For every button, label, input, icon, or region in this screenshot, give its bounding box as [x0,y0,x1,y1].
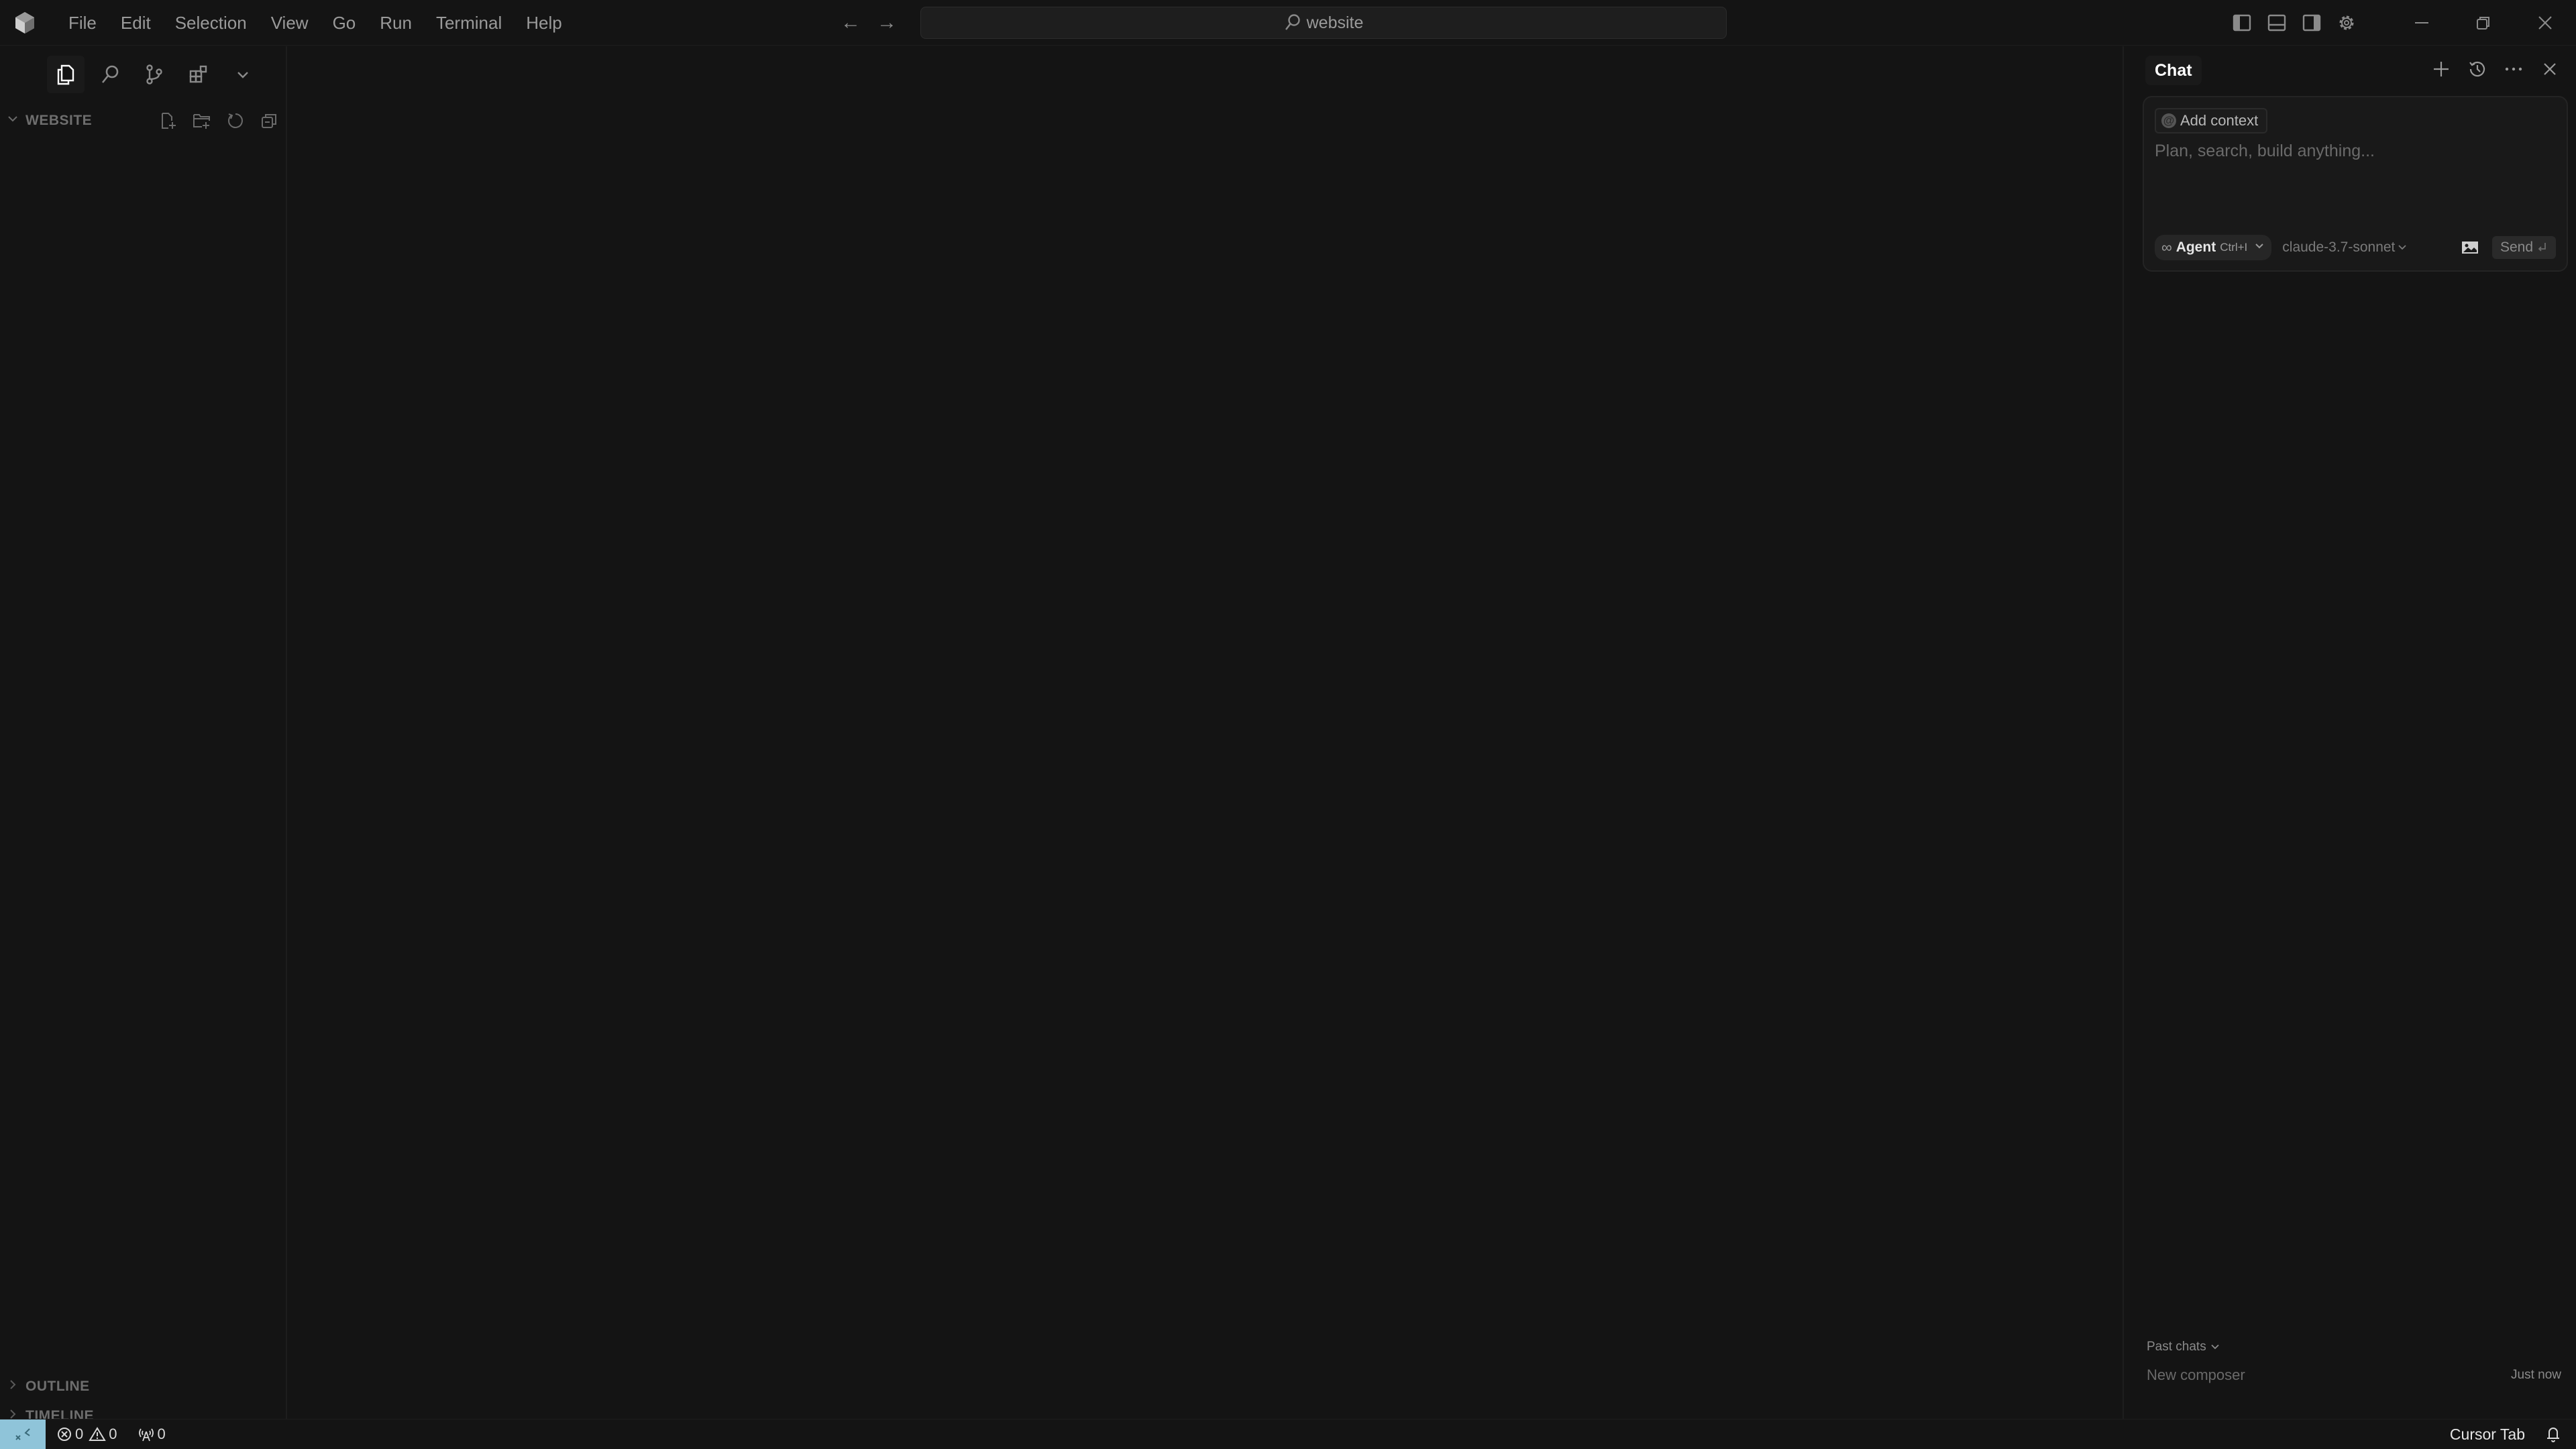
menu-run[interactable]: Run [368,0,424,46]
settings-gear-icon[interactable] [2329,0,2364,46]
model-label: claude-3.7-sonnet [2282,239,2396,255]
menu-view[interactable]: View [259,0,321,46]
chevron-down-icon [2254,241,2265,255]
editor-area[interactable] [288,46,2123,1419]
composer-toolbar: ∞ Agent Ctrl+I claude-3.7-sonnet Send [2155,234,2556,261]
chevron-down-icon [7,113,25,129]
restore-icon[interactable] [2453,0,2514,46]
menu-go[interactable]: Go [321,0,368,46]
send-label: Send [2500,239,2533,255]
problems-indicator[interactable]: 0 0 [56,1426,117,1443]
source-control-icon[interactable] [136,56,173,93]
close-icon[interactable] [2514,0,2576,46]
menu-terminal[interactable]: Terminal [424,0,514,46]
explorer-actions [157,107,280,134]
remote-indicator[interactable] [0,1419,46,1449]
forward-arrow-icon[interactable]: → [876,9,898,36]
history-icon[interactable] [2465,54,2490,84]
explorer-title: WEBSITE [25,113,93,128]
chat-composer: @ Add context ∞ Agent Ctrl+I claude-3.7-… [2143,96,2568,272]
past-chat-item[interactable]: New composer Just now [2147,1365,2561,1385]
remote-icon [15,1428,30,1440]
add-context-button[interactable]: @ Add context [2155,108,2268,133]
close-icon[interactable] [2537,54,2563,84]
menu-file[interactable]: File [56,0,109,46]
collapse-all-icon[interactable] [258,109,280,132]
past-chats-label: Past chats [2147,1340,2206,1354]
menu-edit[interactable]: Edit [109,0,163,46]
chat-header: Chat [2124,46,2576,92]
infinity-icon: ∞ [2161,239,2172,256]
ports-count: 0 [157,1425,166,1442]
add-context-label: Add context [2180,112,2259,129]
new-folder-icon[interactable] [191,109,213,132]
activity-bar [47,52,262,97]
menu-bar: File Edit Selection View Go Run Terminal… [56,0,574,46]
mode-shortcut: Ctrl+I [2220,241,2248,254]
menu-selection[interactable]: Selection [163,0,259,46]
broadcast-icon [138,1428,154,1441]
status-bar: 0 0 0 Cursor Tab [0,1419,2576,1449]
outline-section-header[interactable]: OUTLINE [0,1373,287,1400]
error-icon [58,1427,71,1441]
explorer-section-header[interactable]: WEBSITE [0,107,287,134]
at-sign-icon: @ [2161,113,2176,128]
send-button[interactable]: Send [2491,236,2556,259]
search-icon [1285,14,1300,30]
chevron-down-icon [2398,245,2407,250]
chat-panel: Chat @ Add context ∞ Agent C [2123,46,2576,1419]
past-chats-toggle[interactable]: Past chats [2147,1340,2220,1354]
cursor-tab-status[interactable]: Cursor Tab [2450,1426,2525,1444]
window-controls [2224,0,2576,46]
chat-prompt-input[interactable] [2155,142,2557,209]
toggle-primary-sidebar-icon[interactable] [2224,0,2259,46]
menu-help[interactable]: Help [514,0,574,46]
mode-selector[interactable]: ∞ Agent Ctrl+I [2155,235,2272,260]
ports-indicator[interactable]: 0 [138,1426,166,1443]
warning-icon [89,1426,107,1441]
title-bar: File Edit Selection View Go Run Terminal… [0,0,2576,46]
cursor-logo-icon [15,12,34,34]
model-selector[interactable]: claude-3.7-sonnet [2282,239,2407,256]
warning-count: 0 [109,1425,117,1442]
workspace-name: website [1306,13,1364,32]
more-icon[interactable] [2501,54,2526,84]
extensions-icon[interactable] [180,56,217,93]
enter-key-icon [2538,243,2546,252]
bell-icon[interactable] [2545,1425,2561,1444]
chevron-right-icon [7,1379,25,1395]
more-views-chevron-icon[interactable] [224,56,262,93]
search-icon[interactable] [91,56,129,93]
error-count: 0 [75,1425,84,1442]
command-center-search[interactable]: website [920,7,1727,39]
new-chat-icon[interactable] [2428,54,2454,84]
past-chat-time: Just now [2511,1368,2561,1382]
past-chat-name: New composer [2147,1366,2245,1383]
status-right: Cursor Tab [2450,1419,2561,1449]
new-file-icon[interactable] [157,109,180,132]
mode-label: Agent [2176,239,2216,255]
refresh-icon[interactable] [224,109,247,132]
navigation-arrows: ← → [840,9,898,36]
chevron-down-icon [2211,1344,2219,1350]
chat-header-actions [2428,54,2563,84]
minimize-icon[interactable] [2391,0,2453,46]
outline-title: OUTLINE [25,1379,90,1394]
primary-sidebar: WEBSITE OUTLINE TIMELINE [0,46,287,1424]
chat-tab[interactable]: Chat [2145,56,2202,85]
explorer-icon[interactable] [47,56,85,93]
toggle-panel-icon[interactable] [2259,0,2294,46]
back-arrow-icon[interactable]: ← [840,9,861,36]
toggle-secondary-sidebar-icon[interactable] [2294,0,2329,46]
image-upload-icon[interactable] [2460,237,2480,258]
